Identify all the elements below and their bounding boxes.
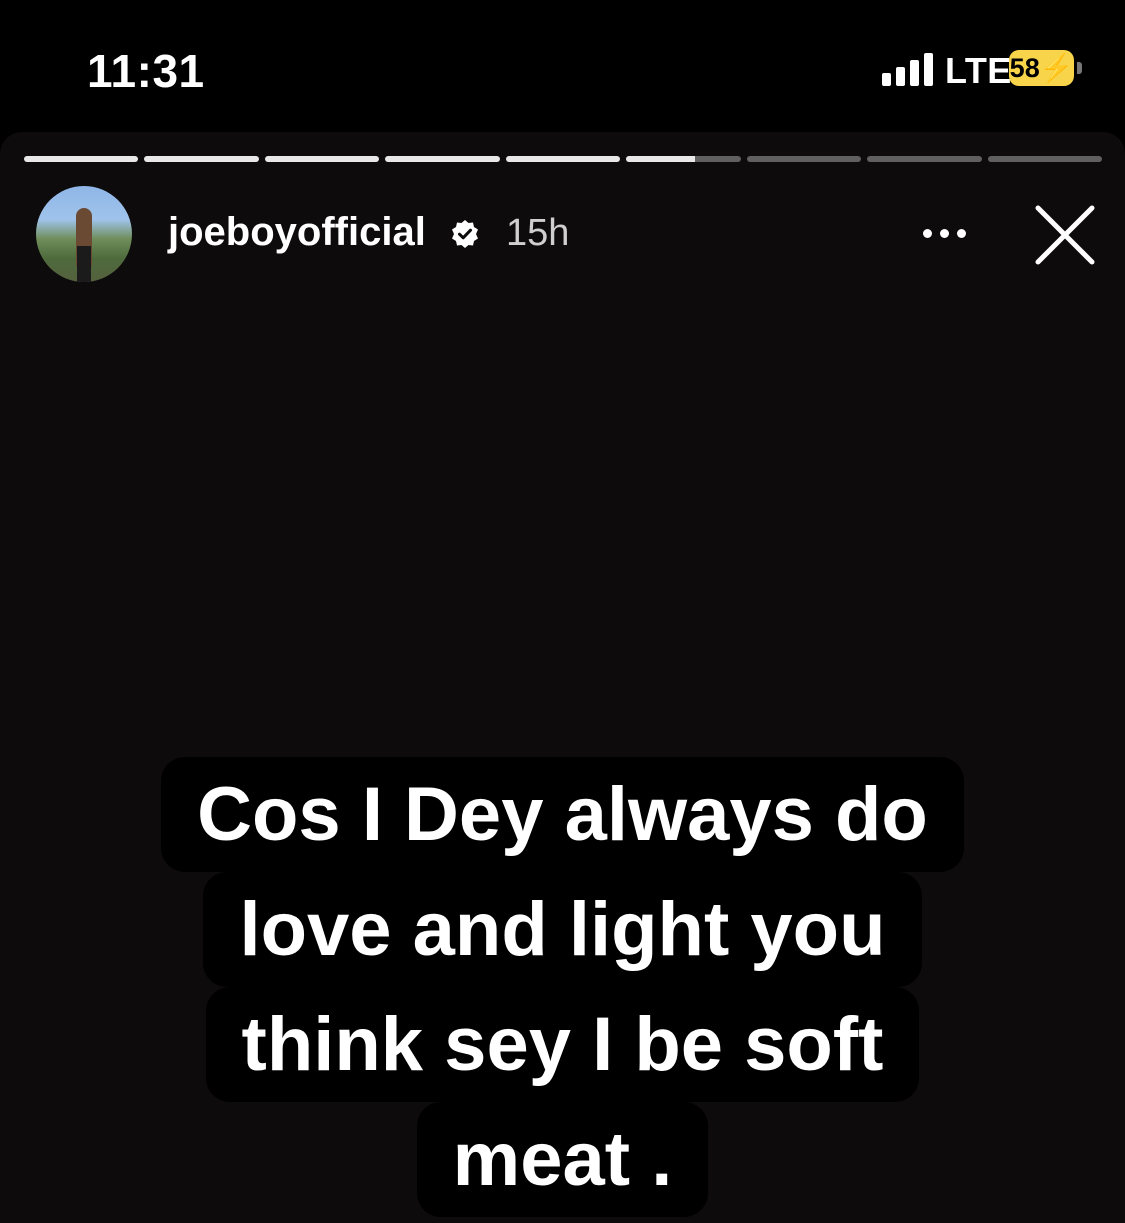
progress-segment xyxy=(385,156,500,162)
progress-segment xyxy=(626,156,741,162)
battery-cap xyxy=(1077,62,1082,74)
close-icon[interactable] xyxy=(1030,200,1100,270)
story-caption: Cos I Dey always do love and light you t… xyxy=(0,757,1125,1217)
progress-segment xyxy=(264,156,380,162)
story-timestamp: 15h xyxy=(506,212,570,254)
story-viewer[interactable]: joeboyofficial 15h Cos I Dey always do l… xyxy=(0,132,1125,1223)
status-time: 11:31 xyxy=(87,45,205,97)
progress-segment xyxy=(505,156,621,162)
caption-line: think sey I be soft xyxy=(205,987,920,1102)
avatar-legs xyxy=(77,246,91,282)
battery-icon: 58⚡ xyxy=(1009,50,1074,86)
avatar[interactable] xyxy=(36,186,132,282)
caption-line: meat . xyxy=(416,1102,709,1217)
progress-segment xyxy=(24,156,139,162)
story-username[interactable]: joeboyofficial xyxy=(168,210,426,255)
cellular-signal-icon xyxy=(882,52,934,86)
progress-segment xyxy=(746,156,862,162)
status-bar: 11:31 LTE 58⚡ xyxy=(0,0,1125,130)
caption-line: love and light you xyxy=(203,872,922,987)
progress-segment xyxy=(144,156,259,162)
progress-segment xyxy=(987,156,1102,162)
progress-segment xyxy=(867,156,982,162)
verified-badge-icon xyxy=(452,220,478,248)
caption-line: Cos I Dey always do xyxy=(161,757,964,872)
story-progress-bar xyxy=(24,156,1102,162)
more-options-icon[interactable] xyxy=(913,220,975,248)
network-type: LTE xyxy=(945,50,1012,91)
